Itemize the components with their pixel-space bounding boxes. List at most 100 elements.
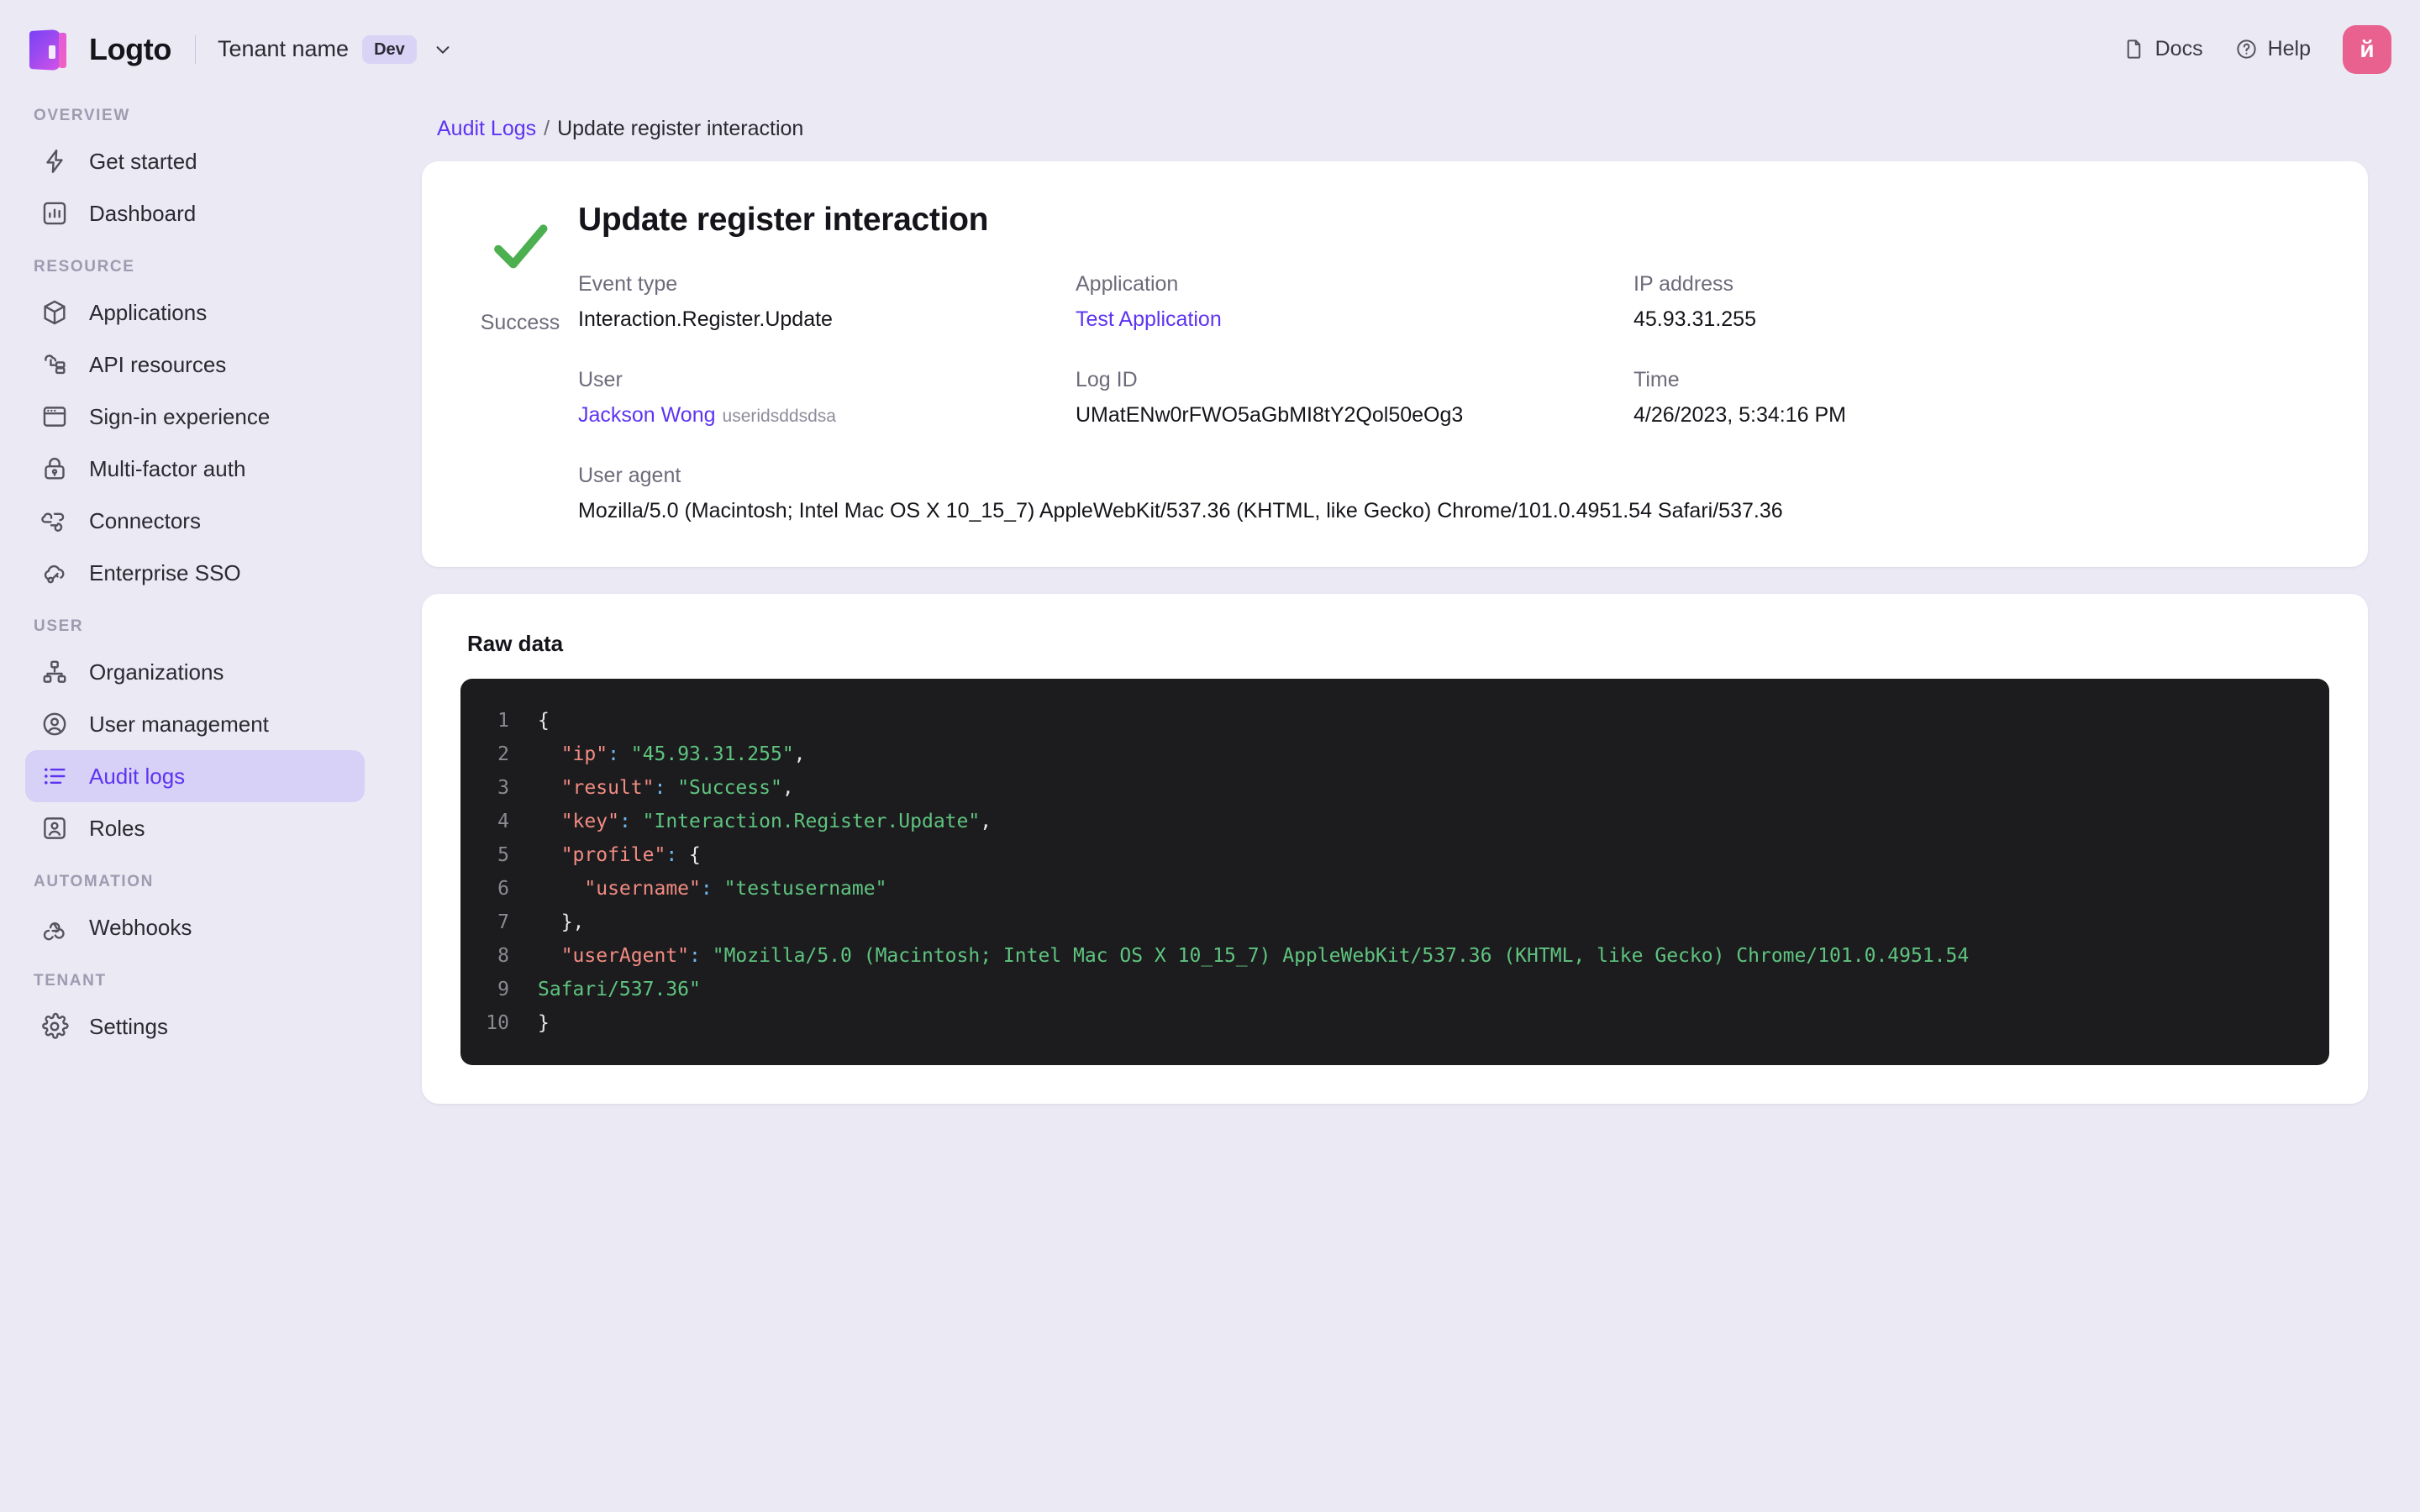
sidebar-item-connectors[interactable]: Connectors (25, 495, 365, 547)
code-line-text: "profile": { (538, 838, 2329, 872)
raw-data-code-block[interactable]: 1{2 "ip": "45.93.31.255", 3 "result": "Su… (460, 679, 2329, 1065)
sidebar-item-user-management[interactable]: User management (25, 698, 365, 750)
sidebar-item-dashboard[interactable]: Dashboard (25, 187, 365, 239)
status-badge: Success (480, 311, 560, 334)
sidebar-item-multi-factor-auth[interactable]: Multi-factor auth (25, 443, 365, 495)
webhook-icon (43, 922, 65, 941)
code-line-number: 3 (497, 777, 509, 799)
tenant-switcher[interactable]: Tenant name Dev (217, 34, 452, 64)
sidebar-item-settings[interactable]: Settings (25, 1000, 365, 1053)
avatar[interactable]: й (2343, 24, 2391, 74)
field-value-log-id: UMatENw0rFWO5aGbMI8tY2Qol50eOg3 (1076, 403, 1464, 427)
avatar-initial: й (2360, 35, 2375, 62)
chevron-down-icon[interactable] (434, 40, 452, 59)
env-badge: Dev (362, 34, 417, 64)
sidebar-item-label: Enterprise SSO (89, 559, 241, 585)
field-label: IP address (1634, 272, 1734, 296)
code-line: 4 "key": "Interaction.Register.Update", (460, 805, 2329, 838)
user-badge-icon (44, 817, 66, 839)
sidebar-item-roles[interactable]: Roles (25, 802, 365, 854)
code-token: , (781, 777, 794, 799)
main-content: Audit Logs / Update register interaction… (395, 98, 2420, 1512)
sidebar-item-enterprise-sso[interactable]: Enterprise SSO (25, 547, 365, 599)
field-label: Event type (578, 272, 678, 296)
code-line-text: } (538, 1006, 2329, 1040)
code-line-text: { (538, 704, 2329, 738)
code-token: "Mozilla/5.0 (Macintosh; Intel Mac OS X … (700, 945, 1970, 967)
field-value-event-type: Interaction.Register.Update (578, 307, 833, 331)
breadcrumb-parent-link[interactable]: Audit Logs (437, 117, 536, 141)
code-line-text: "username": "testusername" (538, 872, 2329, 906)
cube-icon (44, 300, 66, 325)
raw-data-card: Raw data 1{2 "ip": "45.93.31.255", 3 "res… (422, 594, 2368, 1104)
code-line-number: 2 (497, 743, 509, 765)
code-token: "Success" (666, 777, 782, 799)
api-cloud-icon (45, 354, 66, 375)
sidebar-item-applications[interactable]: Applications (25, 286, 365, 339)
sidebar-item-get-started[interactable]: Get started (25, 135, 365, 187)
code-line-number: 4 (497, 811, 509, 832)
gear-icon (42, 1012, 69, 1039)
field-value-application[interactable]: Test Application (1076, 307, 1634, 368)
field-label: Application (1076, 272, 1179, 296)
nav-section-title-user: USER (34, 617, 84, 635)
sidebar-item-api-resources[interactable]: API resources (25, 339, 365, 391)
code-line: 5 "profile": { (460, 838, 2329, 872)
sidebar-item-label: Organizations (89, 659, 224, 685)
document-icon (2127, 39, 2140, 59)
code-token: "testusername" (712, 878, 887, 900)
code-line-number: 5 (497, 844, 509, 866)
tenant-name: Tenant name (217, 36, 350, 61)
cloud-key-icon (44, 564, 65, 584)
field-label: User (578, 368, 623, 391)
code-token: : (654, 777, 666, 799)
code-token: "45.93.31.255" (618, 743, 794, 765)
code-token: : (666, 844, 678, 866)
code-token: { (538, 710, 550, 732)
field-value-time: 4/26/2023, 5:34:16 PM (1634, 403, 1846, 427)
field-value-user[interactable]: Jackson Wong useridsddsdsa (578, 403, 1076, 464)
bolt-icon (46, 150, 63, 173)
code-line-number: 6 (497, 878, 509, 900)
sidebar-item-webhooks[interactable]: Webhooks (25, 901, 365, 953)
docs-button[interactable]: Docs (2123, 37, 2203, 61)
field-label: Log ID (1076, 368, 1138, 391)
sidebar-item-sign-in-experience[interactable]: Sign-in experience (25, 391, 365, 443)
docs-label: Docs (2154, 37, 2203, 60)
user-agent-field: User agent Mozilla/5.0 (Macintosh; Intel… (578, 464, 2321, 523)
breadcrumb-separator: / (544, 117, 550, 140)
top-bar-actions: Docs Help й (2123, 24, 2391, 74)
brand-name: Logto (89, 31, 171, 66)
green-check-icon (494, 224, 548, 269)
code-token: : (618, 811, 631, 832)
sidebar-item-label: Audit logs (89, 763, 186, 789)
sidebar-item-organizations[interactable]: Organizations (25, 646, 365, 698)
code-line-text: "userAgent": "Mozilla/5.0 (Macintosh; In… (538, 939, 2329, 973)
code-line-number: 7 (497, 911, 509, 933)
sidebar-item-label: Connectors (89, 507, 201, 533)
sidebar-item-label: Webhooks (89, 914, 192, 940)
code-line: 8 "userAgent": "Mozilla/5.0 (Macintosh; … (460, 939, 2329, 973)
field-subvalue: useridsddsdsa (722, 407, 836, 426)
code-token: : (700, 878, 713, 900)
page-title: Update register interaction (578, 202, 989, 238)
sidebar-item-audit-logs[interactable]: Audit logs (25, 750, 365, 802)
code-token: { (677, 844, 701, 866)
sidebar-item-label: Applications (89, 299, 208, 325)
field-label: Time (1634, 368, 1680, 391)
sidebar-item-label: Get started (89, 148, 197, 174)
code-line: 2 "ip": "45.93.31.255", (460, 738, 2329, 771)
logto-logo-icon (29, 28, 72, 71)
help-button[interactable]: Help (2235, 37, 2311, 61)
org-tree-icon (43, 660, 66, 683)
code-line-text: "result": "Success", (538, 771, 2329, 805)
brand[interactable]: Logto (29, 28, 171, 71)
code-line: 7 }, (460, 906, 2329, 939)
sidebar-item-label: User management (89, 711, 269, 737)
code-token: "profile" (538, 844, 666, 866)
code-token: , (980, 811, 992, 832)
breadcrumb: Audit Logs / Update register interaction (437, 117, 2368, 141)
nav-section-title-overview: OVERVIEW (34, 107, 130, 124)
code-line-number: 10 (486, 1012, 509, 1034)
code-token: "ip" (538, 743, 608, 765)
